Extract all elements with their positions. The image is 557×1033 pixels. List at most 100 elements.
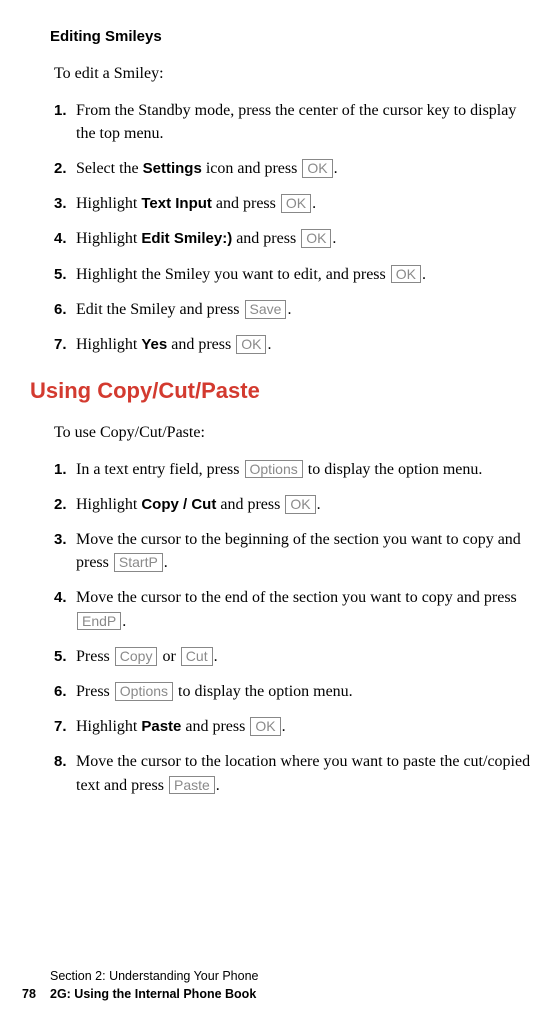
intro-text: To edit a Smiley:: [54, 63, 535, 85]
step-number: 1.: [54, 458, 72, 481]
step-text: and press: [232, 230, 300, 247]
step-text: .: [267, 336, 271, 353]
keycap-startp: StartP: [114, 553, 163, 572]
step-body: From the Standby mode, press the center …: [76, 99, 535, 145]
step-body: Highlight Text Input and press OK.: [76, 192, 535, 215]
step-text: and press: [216, 496, 284, 513]
step-body: Press Copy or Cut.: [76, 645, 535, 668]
step-text: icon and press: [202, 160, 302, 177]
keycap-ok: OK: [236, 335, 266, 354]
step-number: 7.: [54, 333, 72, 356]
step-text: Move the cursor to the end of the sectio…: [76, 589, 517, 606]
step-text: .: [216, 777, 220, 794]
step-text: From the Standby mode, press the center …: [76, 102, 516, 142]
step-bold: Paste: [141, 718, 181, 735]
step-text: In a text entry field, press: [76, 461, 244, 478]
step-number: 4.: [54, 227, 72, 250]
page-number: 78: [22, 986, 50, 1004]
step-number: 7.: [54, 715, 72, 738]
step-item: 5. Highlight the Smiley you want to edit…: [54, 263, 535, 286]
step-body: Move the cursor to the beginning of the …: [76, 528, 535, 574]
step-number: 2.: [54, 157, 72, 180]
keycap-ok: OK: [281, 194, 311, 213]
step-item: 8. Move the cursor to the location where…: [54, 750, 535, 796]
footer-section-title: Section 2: Understanding Your Phone: [50, 968, 259, 986]
step-text: .: [282, 718, 286, 735]
page-footer: Section 2: Understanding Your Phone 782G…: [22, 968, 259, 1003]
step-number: 1.: [54, 99, 72, 145]
step-text: Edit the Smiley and press: [76, 301, 244, 318]
keycap-save: Save: [245, 300, 287, 319]
step-item: 3. Highlight Text Input and press OK.: [54, 192, 535, 215]
step-body: Highlight the Smiley you want to edit, a…: [76, 263, 535, 286]
step-bold: Text Input: [141, 195, 212, 212]
step-body: Highlight Yes and press OK.: [76, 333, 535, 356]
step-body: Move the cursor to the location where yo…: [76, 750, 535, 796]
step-item: 6. Press Options to display the option m…: [54, 680, 535, 703]
step-text: Highlight the Smiley you want to edit, a…: [76, 266, 390, 283]
steps-list-editing-smileys: 1. From the Standby mode, press the cent…: [54, 99, 535, 357]
step-text: to display the option menu.: [304, 461, 483, 478]
step-text: Select the: [76, 160, 143, 177]
step-bold: Edit Smiley:): [141, 230, 232, 247]
step-item: 2. Highlight Copy / Cut and press OK.: [54, 493, 535, 516]
step-text: .: [422, 266, 426, 283]
step-number: 8.: [54, 750, 72, 796]
step-text: or: [158, 648, 179, 665]
keycap-ok: OK: [391, 265, 421, 284]
step-number: 2.: [54, 493, 72, 516]
keycap-ok: OK: [301, 229, 331, 248]
keycap-paste: Paste: [169, 776, 215, 795]
step-number: 6.: [54, 298, 72, 321]
section-heading-copy-cut-paste: Using Copy/Cut/Paste: [30, 378, 535, 404]
step-text: .: [164, 554, 168, 571]
step-text: .: [287, 301, 291, 318]
subsection-heading-editing-smileys: Editing Smileys: [50, 28, 535, 45]
step-text: and press: [167, 336, 235, 353]
step-text: Highlight: [76, 336, 141, 353]
step-item: 4. Move the cursor to the end of the sec…: [54, 586, 535, 632]
step-body: Highlight Copy / Cut and press OK.: [76, 493, 535, 516]
step-text: Press: [76, 648, 114, 665]
step-item: 7. Highlight Yes and press OK.: [54, 333, 535, 356]
step-bold: Copy / Cut: [141, 496, 216, 513]
step-item: 1. In a text entry field, press Options …: [54, 458, 535, 481]
step-number: 4.: [54, 586, 72, 632]
step-body: Press Options to display the option menu…: [76, 680, 535, 703]
steps-list-copy-cut-paste: 1. In a text entry field, press Options …: [54, 458, 535, 797]
step-number: 6.: [54, 680, 72, 703]
step-text: .: [334, 160, 338, 177]
step-item: 4. Highlight Edit Smiley:) and press OK.: [54, 227, 535, 250]
intro-text: To use Copy/Cut/Paste:: [54, 422, 535, 444]
keycap-ok: OK: [302, 159, 332, 178]
keycap-options: Options: [245, 460, 303, 479]
step-number: 5.: [54, 263, 72, 286]
step-number: 5.: [54, 645, 72, 668]
step-text: .: [214, 648, 218, 665]
step-text: Press: [76, 683, 114, 700]
step-text: .: [312, 195, 316, 212]
step-text: and press: [181, 718, 249, 735]
step-text: to display the option menu.: [174, 683, 353, 700]
step-bold: Settings: [143, 160, 202, 177]
step-text: Highlight: [76, 195, 141, 212]
step-item: 5. Press Copy or Cut.: [54, 645, 535, 668]
step-text: .: [317, 496, 321, 513]
step-item: 2. Select the Settings icon and press OK…: [54, 157, 535, 180]
step-number: 3.: [54, 528, 72, 574]
step-item: 6. Edit the Smiley and press Save.: [54, 298, 535, 321]
step-body: Select the Settings icon and press OK.: [76, 157, 535, 180]
step-text: .: [122, 613, 126, 630]
step-text: Highlight: [76, 496, 141, 513]
keycap-endp: EndP: [77, 612, 121, 631]
step-text: Highlight: [76, 718, 141, 735]
keycap-options: Options: [115, 682, 173, 701]
step-text: and press: [212, 195, 280, 212]
step-text: Move the cursor to the location where yo…: [76, 753, 530, 793]
step-text: .: [332, 230, 336, 247]
step-bold: Yes: [141, 336, 167, 353]
step-item: 1. From the Standby mode, press the cent…: [54, 99, 535, 145]
footer-chapter-title: 2G: Using the Internal Phone Book: [50, 987, 256, 1001]
keycap-ok: OK: [250, 717, 280, 736]
footer-chapter-line: 782G: Using the Internal Phone Book: [22, 986, 259, 1004]
